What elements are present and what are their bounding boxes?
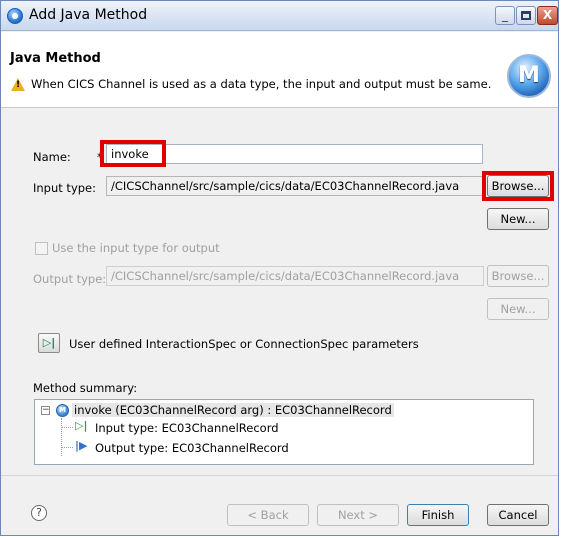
method-summary-tree[interactable]: − M invoke (EC03ChannelRecord arg) : EC0… (34, 399, 534, 465)
method-wizard-logo: M (507, 54, 551, 98)
maximize-icon (521, 11, 531, 20)
add-java-method-dialog: Add Java Method _ X Java Method ! When C… (0, 0, 559, 536)
help-icon[interactable]: ? (31, 505, 47, 521)
finish-button[interactable]: Finish (407, 504, 469, 526)
title-bar[interactable]: Add Java Method _ X (1, 1, 558, 31)
spec-parameters-button[interactable]: ▷| (38, 333, 60, 353)
close-button[interactable]: X (537, 6, 558, 25)
header-message: When CICS Channel is used as a data type… (31, 77, 492, 91)
name-label: Name: (33, 150, 71, 164)
name-highlight-box (100, 140, 166, 167)
window-title: Add Java Method (29, 7, 148, 23)
spec-parameters-label: User defined InteractionSpec or Connecti… (69, 337, 419, 351)
warning-icon: ! (11, 78, 25, 91)
tree-connector (61, 418, 62, 456)
page-title: Java Method (10, 51, 101, 66)
input-type-label: Input type: (33, 181, 96, 195)
footer-divider (1, 475, 558, 476)
output-arrow-icon: |▶ (75, 439, 88, 452)
eclipse-icon (7, 8, 23, 24)
output-type-field[interactable]: /CICSChannel/src/sample/cics/data/EC03Ch… (106, 266, 484, 286)
tree-input-type[interactable]: Input type: EC03ChannelRecord (95, 421, 279, 435)
minimize-button[interactable]: _ (495, 6, 515, 25)
tree-connector-branch (61, 447, 73, 448)
input-arrow-icon: ▷| (75, 419, 88, 432)
tree-output-type[interactable]: Output type: EC03ChannelRecord (95, 441, 289, 455)
cancel-button[interactable]: Cancel (487, 504, 549, 526)
maximize-button[interactable] (516, 6, 536, 25)
wizard-header: Java Method ! When CICS Channel is used … (1, 32, 558, 108)
input-type-field[interactable]: /CICSChannel/src/sample/cics/data/EC03Ch… (106, 176, 484, 196)
next-button[interactable]: Next > (317, 504, 399, 526)
back-button[interactable]: < Back (227, 504, 309, 526)
output-type-label: Output type: (33, 272, 107, 286)
tree-connector-branch (61, 427, 73, 428)
method-summary-label: Method summary: (33, 381, 138, 395)
tree-root-method[interactable]: invoke (EC03ChannelRecord arg) : EC03Cha… (72, 403, 394, 417)
method-icon: M (56, 404, 69, 417)
output-browse-button[interactable]: Browse... (487, 265, 549, 287)
browse-highlight-box (482, 171, 554, 201)
collapse-icon[interactable]: − (41, 406, 50, 415)
use-input-checkbox[interactable] (35, 242, 48, 255)
output-new-button[interactable]: New... (487, 298, 549, 320)
use-input-label: Use the input type for output (52, 241, 220, 255)
input-new-button[interactable]: New... (487, 208, 549, 230)
